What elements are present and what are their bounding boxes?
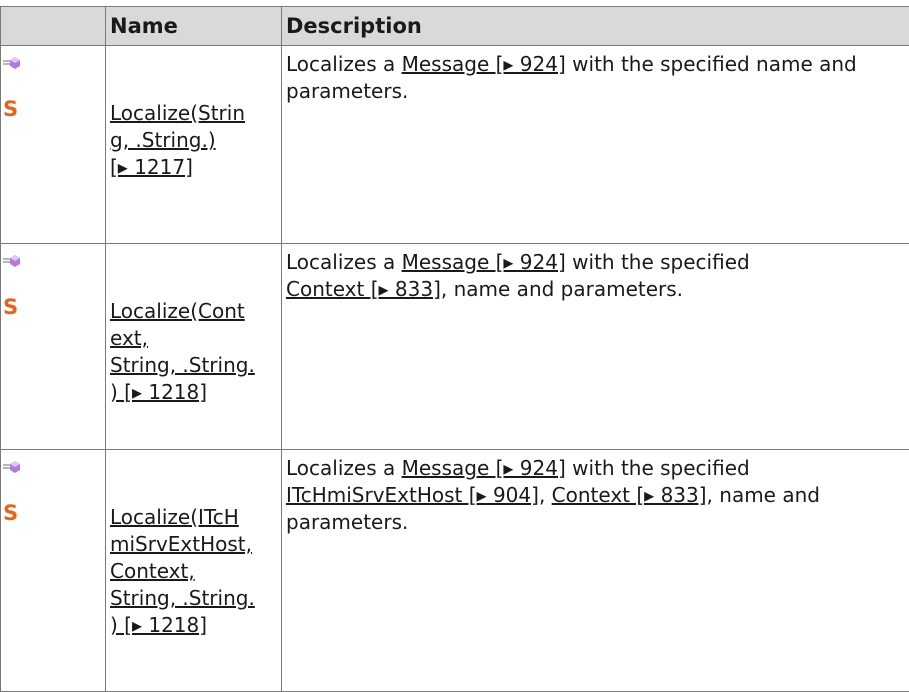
message-link[interactable]: Message [▸ 924] <box>402 250 566 274</box>
name-cell: Localize(Cont ext, String, .String. ) [▸… <box>106 244 282 450</box>
context-link[interactable]: Context [▸ 833] <box>552 483 707 507</box>
message-link[interactable]: Message [▸ 924] <box>402 456 566 480</box>
icon-cell: S <box>1 244 106 450</box>
exthost-link[interactable]: ITcHmiSrvExtHost [▸ 904] <box>286 483 539 507</box>
method-icon <box>3 461 21 473</box>
table-header-row: Name Description <box>1 7 909 46</box>
name-cell: Localize(ITcH miSrvExtHost, Context, Str… <box>106 450 282 692</box>
description-cell: Localizes a Message [▸ 924] with the spe… <box>282 46 909 244</box>
icon-cell: S <box>1 46 106 244</box>
static-icon: S <box>3 100 21 118</box>
description-cell: Localizes a Message [▸ 924] with the spe… <box>282 450 909 692</box>
context-link[interactable]: Context [▸ 833] <box>286 277 441 301</box>
icon-cell: S <box>1 450 106 692</box>
method-link-localize-context[interactable]: Localize(Cont ext, String, .String. ) [▸… <box>110 299 255 404</box>
methods-table: Name Description S Localize(Strin g, .St… <box>0 6 909 692</box>
header-name: Name <box>106 7 282 46</box>
method-link-localize-exthost[interactable]: Localize(ITcH miSrvExtHost, Context, Str… <box>110 505 255 637</box>
method-icon <box>3 57 21 69</box>
table-row: S Localize(ITcH miSrvExtHost, Context, S… <box>1 450 909 692</box>
message-link[interactable]: Message [▸ 924] <box>402 52 566 76</box>
description-cell: Localizes a Message [▸ 924] with the spe… <box>282 244 909 450</box>
table-row: S Localize(Cont ext, String, .String. ) … <box>1 244 909 450</box>
static-icon: S <box>3 298 21 316</box>
table-row: S Localize(Strin g, .String.) [▸ 1217] L… <box>1 46 909 244</box>
name-cell: Localize(Strin g, .String.) [▸ 1217] <box>106 46 282 244</box>
method-link-localize-string[interactable]: Localize(Strin g, .String.) [▸ 1217] <box>110 101 245 179</box>
header-icon <box>1 7 106 46</box>
method-icon <box>3 255 21 267</box>
header-description: Description <box>282 7 909 46</box>
static-icon: S <box>3 504 21 522</box>
